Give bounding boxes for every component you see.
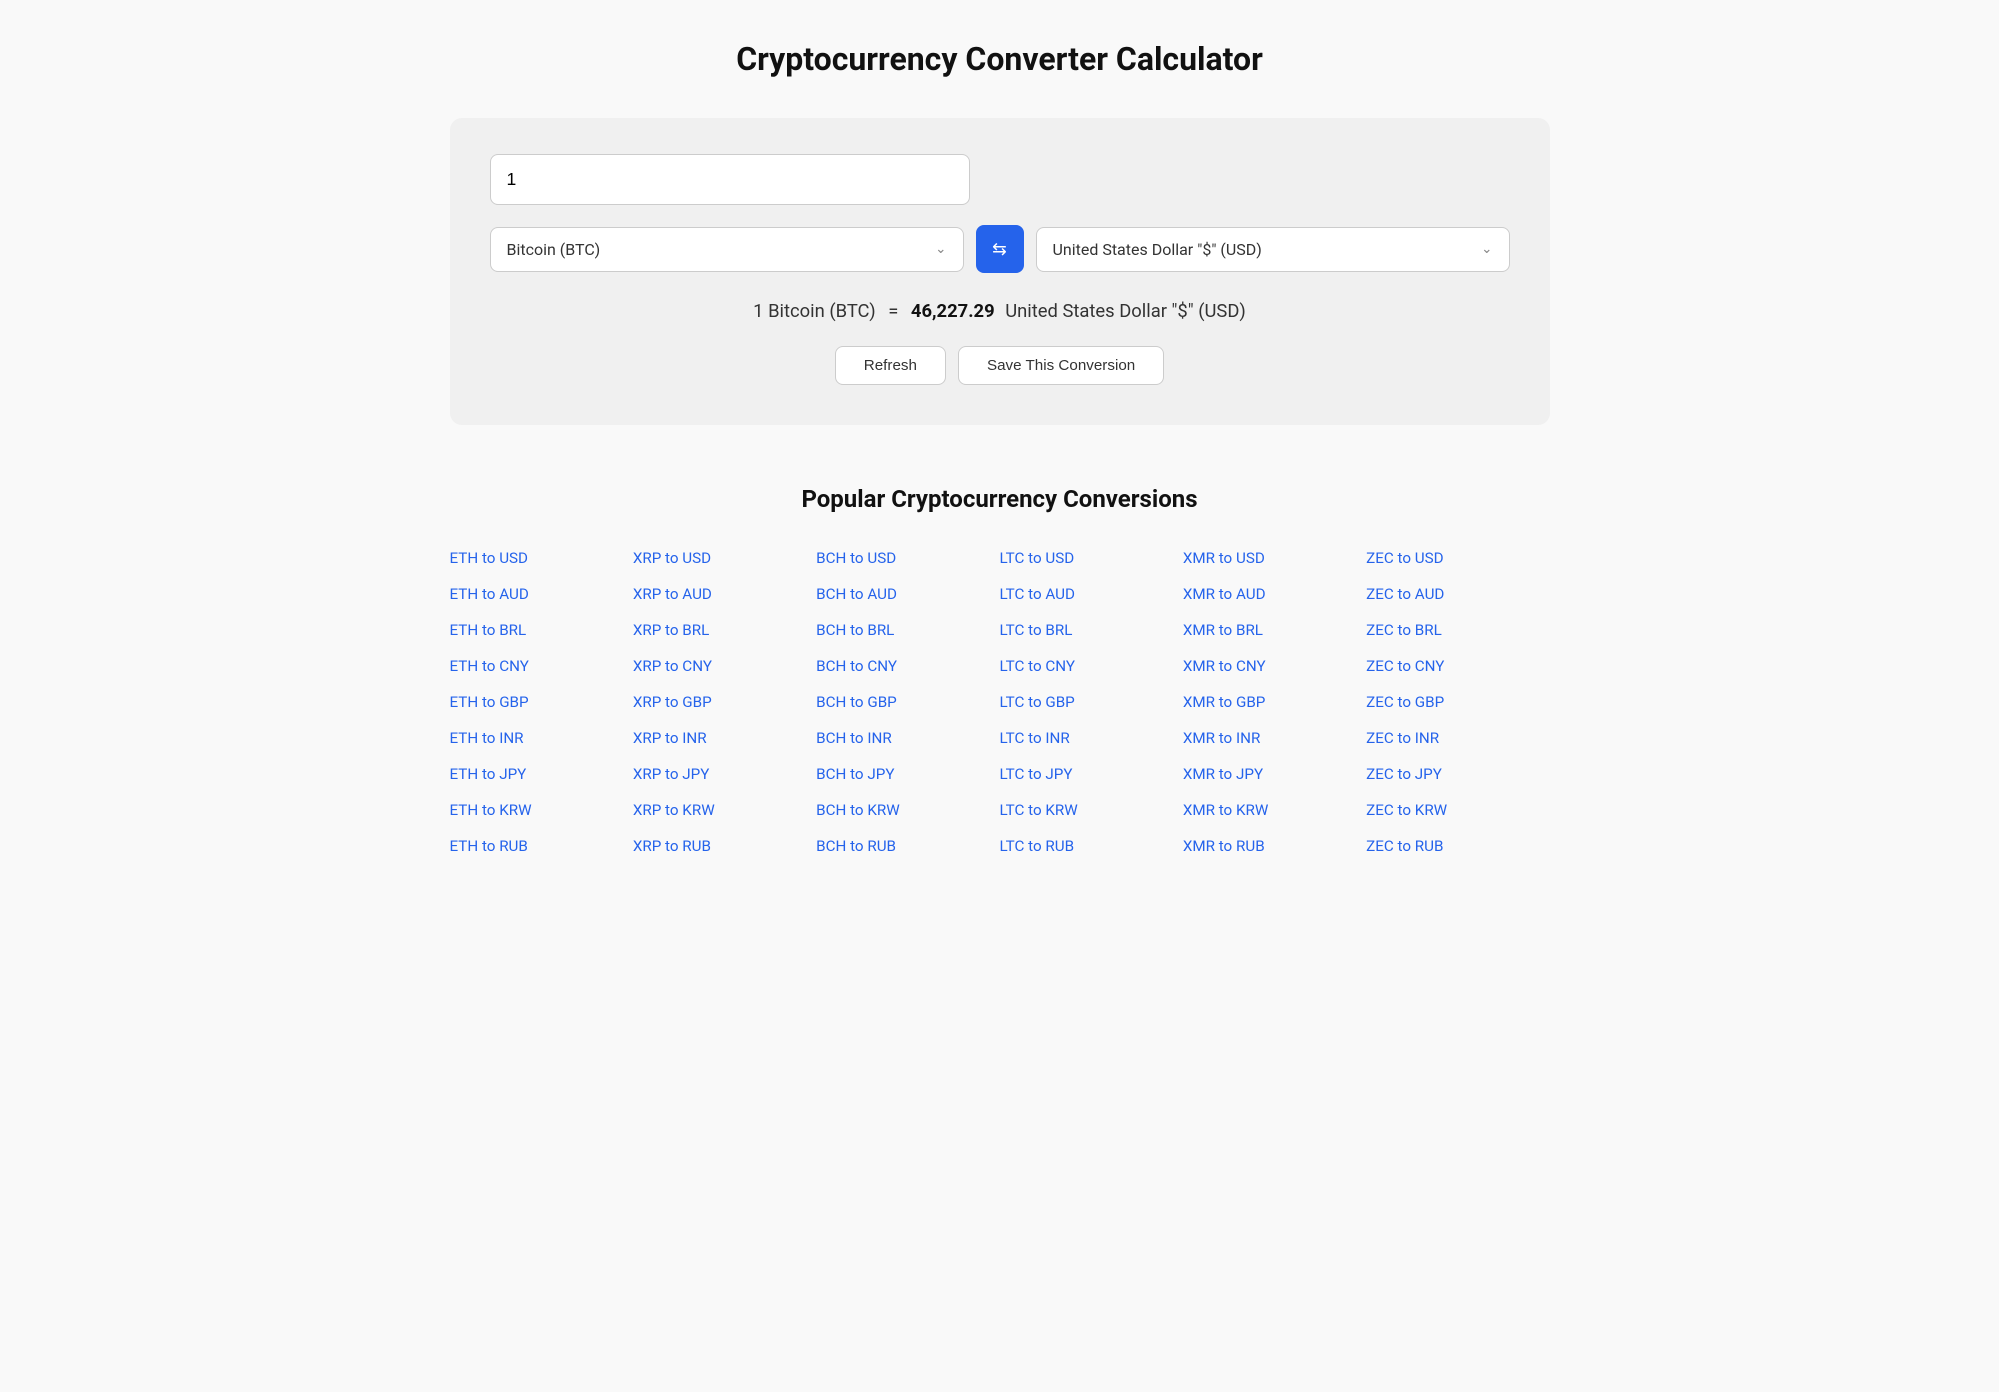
conversion-link[interactable]: ZEC to BRL [1366,617,1549,643]
conversion-link[interactable]: XRP to CNY [633,653,816,679]
conversion-link[interactable]: XMR to CNY [1183,653,1366,679]
converter-card: Bitcoin (BTC) ⌄ Bitcoin (BTC) Ethereum (… [450,118,1550,425]
conversion-link[interactable]: LTC to KRW [999,797,1182,823]
conversion-link[interactable]: LTC to RUB [999,833,1182,859]
conversion-link[interactable]: XRP to INR [633,725,816,751]
conversion-link[interactable]: XRP to AUD [633,581,816,607]
conversion-link[interactable]: ZEC to KRW [1366,797,1549,823]
conversion-link[interactable]: LTC to USD [999,545,1182,571]
conversion-link[interactable]: XRP to JPY [633,761,816,787]
popular-title: Popular Cryptocurrency Conversions [450,485,1550,513]
conversion-link[interactable]: XMR to BRL [1183,617,1366,643]
conversion-link[interactable]: ETH to GBP [450,689,633,715]
conversion-link[interactable]: XRP to GBP [633,689,816,715]
swap-icon: ⇆ [992,239,1007,260]
result-row: 1 Bitcoin (BTC) = 46,227.29 United State… [490,301,1510,322]
conversion-link[interactable]: BCH to RUB [816,833,999,859]
conversion-link[interactable]: XMR to INR [1183,725,1366,751]
conversion-link[interactable]: ZEC to USD [1366,545,1549,571]
action-buttons: Refresh Save This Conversion [490,346,1510,385]
conversion-link[interactable]: ETH to BRL [450,617,633,643]
conversion-link[interactable]: ZEC to GBP [1366,689,1549,715]
conversion-link[interactable]: ETH to RUB [450,833,633,859]
conversion-link[interactable]: LTC to JPY [999,761,1182,787]
conversion-link[interactable]: LTC to GBP [999,689,1182,715]
conversion-link[interactable]: ETH to JPY [450,761,633,787]
from-currency-selector[interactable]: Bitcoin (BTC) ⌄ Bitcoin (BTC) Ethereum (… [490,227,964,272]
conversion-link[interactable]: BCH to AUD [816,581,999,607]
conversion-link[interactable]: XMR to USD [1183,545,1366,571]
conversion-link[interactable]: BCH to BRL [816,617,999,643]
conversion-link[interactable]: XMR to JPY [1183,761,1366,787]
conversion-link[interactable]: ZEC to CNY [1366,653,1549,679]
conversion-link[interactable]: ETH to INR [450,725,633,751]
conversion-link[interactable]: ETH to AUD [450,581,633,607]
result-value: 46,227.29 [911,301,995,322]
result-unit: United States Dollar "$" (USD) [1005,301,1246,322]
conversion-link[interactable]: ETH to KRW [450,797,633,823]
conversion-link[interactable]: ZEC to JPY [1366,761,1549,787]
conversion-link[interactable]: BCH to USD [816,545,999,571]
conversion-link[interactable]: LTC to CNY [999,653,1182,679]
conversion-link[interactable]: XRP to RUB [633,833,816,859]
refresh-button[interactable]: Refresh [835,346,946,385]
page-title: Cryptocurrency Converter Calculator [60,40,1939,78]
popular-section: Popular Cryptocurrency Conversions ETH t… [450,485,1550,859]
save-conversion-button[interactable]: Save This Conversion [958,346,1164,385]
conversion-link[interactable]: BCH to GBP [816,689,999,715]
conversions-grid: ETH to USDXRP to USDBCH to USDLTC to USD… [450,545,1550,859]
conversion-link[interactable]: XMR to KRW [1183,797,1366,823]
conversion-link[interactable]: LTC to INR [999,725,1182,751]
to-currency-selector[interactable]: United States Dollar "$" (USD) ⌄ United … [1036,227,1510,272]
conversion-link[interactable]: ETH to CNY [450,653,633,679]
conversion-link[interactable]: BCH to INR [816,725,999,751]
conversion-link[interactable]: BCH to JPY [816,761,999,787]
conversion-link[interactable]: ZEC to RUB [1366,833,1549,859]
conversion-link[interactable]: BCH to KRW [816,797,999,823]
swap-button[interactable]: ⇆ [976,225,1024,273]
conversion-link[interactable]: XRP to BRL [633,617,816,643]
result-equals: = [888,301,898,322]
conversion-link[interactable]: XMR to AUD [1183,581,1366,607]
conversion-link[interactable]: XMR to GBP [1183,689,1366,715]
conversion-link[interactable]: XRP to USD [633,545,816,571]
conversion-link[interactable]: LTC to BRL [999,617,1182,643]
conversion-link[interactable]: ZEC to AUD [1366,581,1549,607]
conversion-link[interactable]: ETH to USD [450,545,633,571]
result-from-text: 1 Bitcoin (BTC) [753,301,876,322]
conversion-link[interactable]: XRP to KRW [633,797,816,823]
conversion-link[interactable]: XMR to RUB [1183,833,1366,859]
currency-row: Bitcoin (BTC) ⌄ Bitcoin (BTC) Ethereum (… [490,225,1510,273]
conversion-link[interactable]: LTC to AUD [999,581,1182,607]
amount-input[interactable] [490,154,970,205]
conversion-link[interactable]: ZEC to INR [1366,725,1549,751]
conversion-link[interactable]: BCH to CNY [816,653,999,679]
